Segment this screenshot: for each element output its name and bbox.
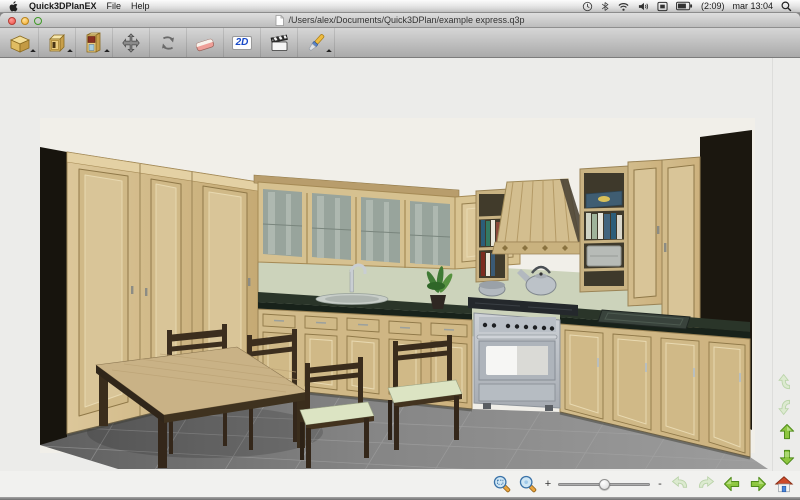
document-path: /Users/alex/Documents/Quick3DPlan/exampl… <box>288 15 524 25</box>
pan-right-icon[interactable] <box>748 474 768 494</box>
menu-file[interactable]: File <box>107 1 122 11</box>
rotate-icon <box>157 32 179 54</box>
kitchen-3d-render <box>0 58 772 471</box>
pan-up-icon[interactable] <box>777 422 797 442</box>
base-cabinet-icon <box>45 31 69 55</box>
clapperboard-icon <box>267 31 291 55</box>
document-window: /Users/alex/Documents/Quick3DPlan/exampl… <box>0 13 800 500</box>
render-movie-button[interactable] <box>261 28 298 57</box>
minimize-button[interactable] <box>21 17 29 25</box>
clock-icon[interactable] <box>582 1 593 12</box>
menu-help[interactable]: Help <box>131 1 150 11</box>
title-bar[interactable]: /Users/alex/Documents/Quick3DPlan/exampl… <box>0 13 800 28</box>
close-button[interactable] <box>8 17 16 25</box>
pan-down-icon[interactable] <box>777 447 797 467</box>
menu-clock[interactable]: mar 13:04 <box>732 1 773 11</box>
zoom-icon[interactable] <box>518 474 538 494</box>
tall-cabinet-icon <box>82 31 106 55</box>
add-tall-cabinet-button[interactable] <box>76 28 113 57</box>
2d-badge: 2D <box>232 36 253 50</box>
zoom-window-icon[interactable] <box>492 474 512 494</box>
bottom-toolbar: + - <box>0 471 800 497</box>
document-proxy-icon[interactable] <box>275 15 284 26</box>
toolbar: 2D <box>0 28 800 58</box>
zoom-button[interactable] <box>34 17 42 25</box>
battery-icon[interactable] <box>676 1 693 11</box>
zoom-plus-label[interactable]: + <box>544 478 552 490</box>
input-menu-icon[interactable] <box>657 1 668 12</box>
glass-upper-cabinets <box>254 175 459 269</box>
home-icon[interactable] <box>774 474 794 494</box>
move-arrows-icon <box>120 32 142 54</box>
menu-app-name[interactable]: Quick3DPlanEX <box>29 1 97 11</box>
paintbrush-icon <box>304 31 328 55</box>
right-nav-strip <box>772 58 800 471</box>
view-2d-button[interactable]: 2D <box>224 28 261 57</box>
zoom-slider-thumb[interactable] <box>599 479 610 490</box>
bluetooth-icon[interactable] <box>601 1 609 12</box>
room-box-icon <box>8 31 32 55</box>
battery-time: (2:09) <box>701 1 725 11</box>
zoom-slider[interactable] <box>558 478 650 490</box>
orbit-right-icon[interactable] <box>696 474 716 494</box>
apple-menu-icon[interactable] <box>8 0 19 12</box>
rotate-button[interactable] <box>150 28 187 57</box>
eraser-icon <box>193 31 217 55</box>
open-shelf-right <box>580 166 628 292</box>
erase-button[interactable] <box>187 28 224 57</box>
spotlight-icon[interactable] <box>781 1 792 12</box>
pan-left-icon[interactable] <box>722 474 742 494</box>
quick3dplan-app: Quick3DPlanEX File Help (2:09) mar 13:04 <box>0 0 800 500</box>
menu-bar: Quick3DPlanEX File Help (2:09) mar 13:04 <box>0 0 800 13</box>
orbit-left-icon[interactable] <box>670 474 690 494</box>
move-button[interactable] <box>113 28 150 57</box>
paint-finishes-button[interactable] <box>298 28 335 57</box>
volume-icon[interactable] <box>638 1 649 12</box>
add-room-button[interactable] <box>2 28 39 57</box>
orbit-up-icon[interactable] <box>777 372 797 392</box>
left-dark-wall <box>40 147 67 445</box>
wifi-icon[interactable] <box>617 1 630 12</box>
add-base-cabinet-button[interactable] <box>39 28 76 57</box>
zoom-minus-label[interactable]: - <box>656 478 664 490</box>
orbit-down-icon[interactable] <box>777 397 797 417</box>
kitchen-3d-viewport[interactable] <box>0 58 772 471</box>
